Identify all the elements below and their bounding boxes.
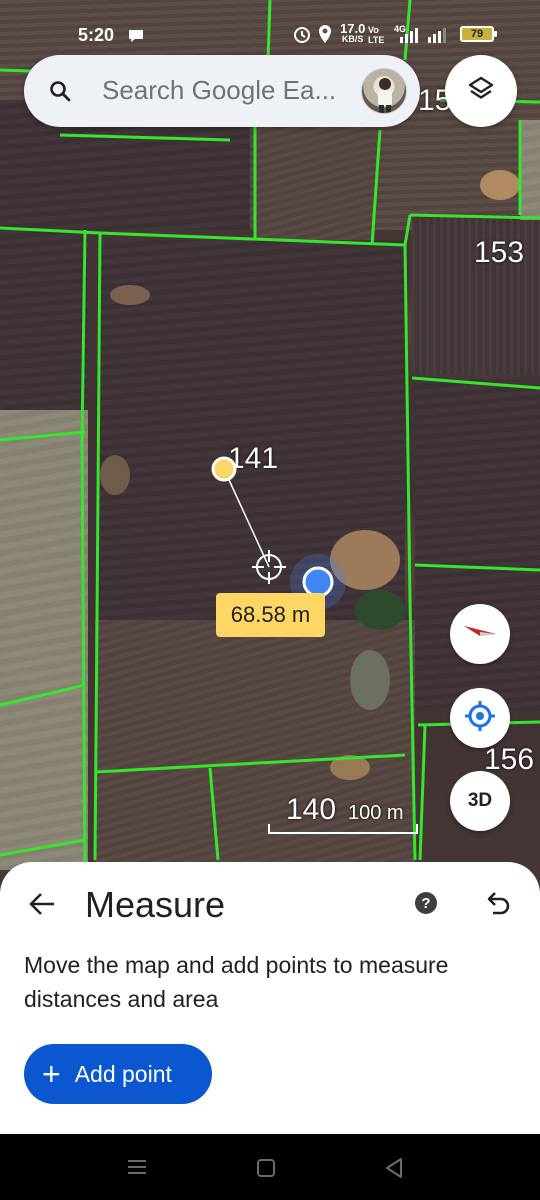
- help-button[interactable]: ?: [413, 890, 439, 916]
- search-input[interactable]: Search Google Ea...: [102, 75, 352, 106]
- measure-instructions: Move the map and add points to measure d…: [24, 952, 449, 1012]
- volte-indicator: Vo LTE: [368, 25, 385, 45]
- scale-label: 100 m: [348, 802, 404, 824]
- layers-icon: [467, 75, 495, 108]
- undo-button[interactable]: [482, 888, 514, 920]
- net-speed-value: 17.0: [340, 21, 366, 36]
- status-time: 5:20: [78, 25, 115, 45]
- measure-sheet: Measure ? Move the map and add points to…: [0, 862, 540, 1134]
- distance-label: 68.58 m: [216, 593, 325, 637]
- search-icon: [48, 79, 72, 108]
- add-point-button[interactable]: + Add point: [24, 1044, 212, 1104]
- scale-bar: 100 m: [268, 798, 418, 834]
- scale-line: [268, 824, 418, 834]
- measure-overlay: [211, 456, 346, 610]
- battery-indicator: 79: [460, 26, 497, 42]
- my-location-icon: [464, 700, 496, 737]
- add-point-label: Add point: [74, 1060, 172, 1087]
- plus-icon: +: [42, 1056, 61, 1092]
- signal-icon: [398, 27, 458, 48]
- layers-button[interactable]: [445, 55, 517, 127]
- compass-button[interactable]: [450, 604, 510, 664]
- 3d-toggle-button[interactable]: 3D: [450, 771, 510, 831]
- svg-text:?: ?: [421, 895, 430, 912]
- satellite-map[interactable]: 15 153 141 156 140 68.58 m: [0, 0, 540, 900]
- location-pin-icon: [317, 24, 333, 49]
- net-speed-unit: KB/S: [341, 34, 364, 44]
- current-location-dot: [302, 566, 334, 598]
- measure-point: [211, 456, 237, 482]
- measure-line: [223, 468, 270, 568]
- avatar[interactable]: [361, 68, 407, 114]
- undo-icon: [484, 888, 512, 921]
- back-button[interactable]: [22, 886, 62, 926]
- search-bar[interactable]: Search Google Ea...: [24, 55, 420, 127]
- help-icon: ?: [413, 892, 439, 920]
- recents-button[interactable]: [126, 1158, 148, 1181]
- chat-notification-icon: [128, 28, 144, 48]
- alarm-icon: [292, 24, 312, 49]
- system-nav-bar: [0, 1134, 540, 1200]
- page-title: Measure: [85, 884, 226, 925]
- compass-icon: [462, 622, 498, 647]
- my-location-button[interactable]: [450, 688, 510, 748]
- arrow-back-icon: [27, 889, 57, 924]
- net-speed: 17.0 KB/S: [340, 21, 366, 45]
- back-nav-button[interactable]: [384, 1157, 404, 1184]
- home-button[interactable]: [256, 1158, 276, 1183]
